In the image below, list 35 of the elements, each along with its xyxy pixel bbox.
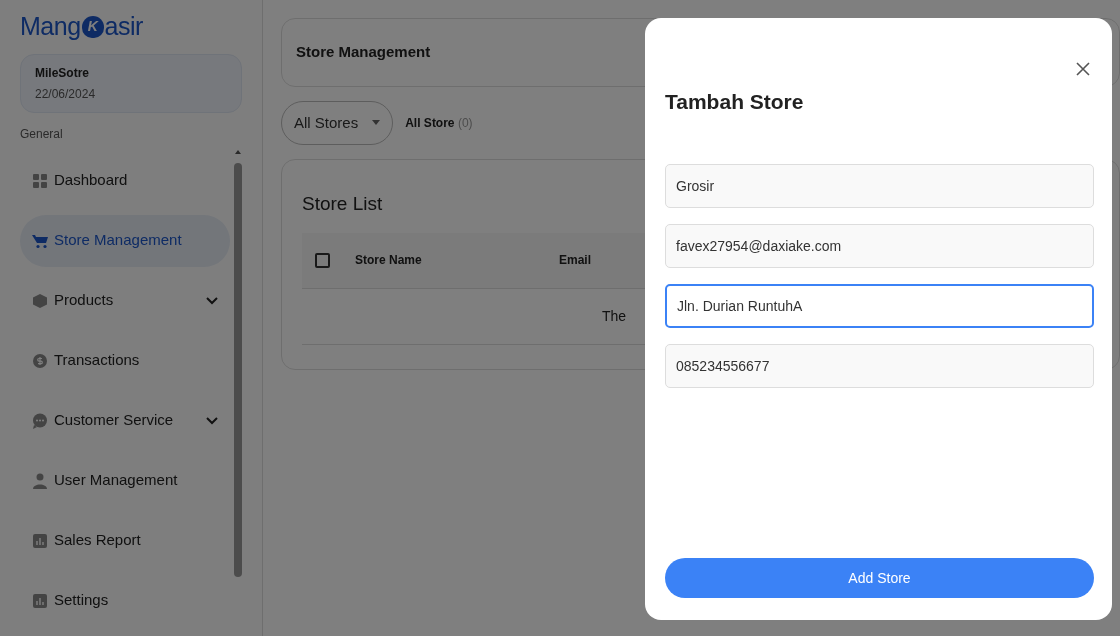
sidebar-item[interactable]: Dashboard	[20, 154, 230, 207]
caret-icon	[372, 120, 381, 126]
card-title: Store List	[302, 192, 384, 216]
scroll-up-icon[interactable]	[234, 148, 242, 155]
section-label: General	[20, 125, 64, 143]
sidebar-item[interactable]: Settings	[20, 574, 230, 627]
sidebar-item[interactable]: Transactions	[20, 334, 230, 387]
chart-icon	[32, 592, 48, 609]
store-date: 22/06/2024	[35, 85, 97, 103]
cart-icon	[32, 232, 48, 249]
app-logo: Mang K asir	[20, 11, 143, 42]
sidebar-item[interactable]: Customer Service	[20, 394, 230, 447]
store-dropdown[interactable]: All Stores	[281, 100, 394, 145]
page-title: Store Management	[296, 43, 431, 60]
input-field[interactable]: 085234556677	[665, 343, 1094, 388]
modal-title: Tambah Store	[665, 89, 805, 115]
input-field[interactable]: Grosir	[665, 163, 1094, 208]
chat-icon	[32, 412, 48, 429]
sidebar-item[interactable]: Sales Report	[20, 514, 230, 567]
sidebar-item[interactable]: Products	[20, 274, 230, 327]
input-field[interactable]: favex27954@daxiake.com	[665, 223, 1094, 268]
chart-icon	[32, 532, 48, 549]
empty-message: The	[602, 306, 627, 326]
store-name: MileSotre	[35, 64, 90, 82]
box-icon	[32, 292, 48, 309]
column-header: Store Name	[355, 252, 423, 269]
sidebar-item[interactable]: Store Management	[20, 214, 230, 267]
dollar-icon	[32, 352, 48, 369]
select-all-checkbox[interactable]	[315, 252, 330, 268]
add-store-button[interactable]: Add Store	[665, 558, 1094, 598]
grid-icon	[32, 172, 48, 189]
sidebar-item[interactable]: User Management	[20, 454, 230, 507]
input-field[interactable]: Jln. Durian RuntuhA	[665, 283, 1094, 328]
user-icon	[32, 472, 48, 489]
column-header: Email	[559, 252, 592, 269]
